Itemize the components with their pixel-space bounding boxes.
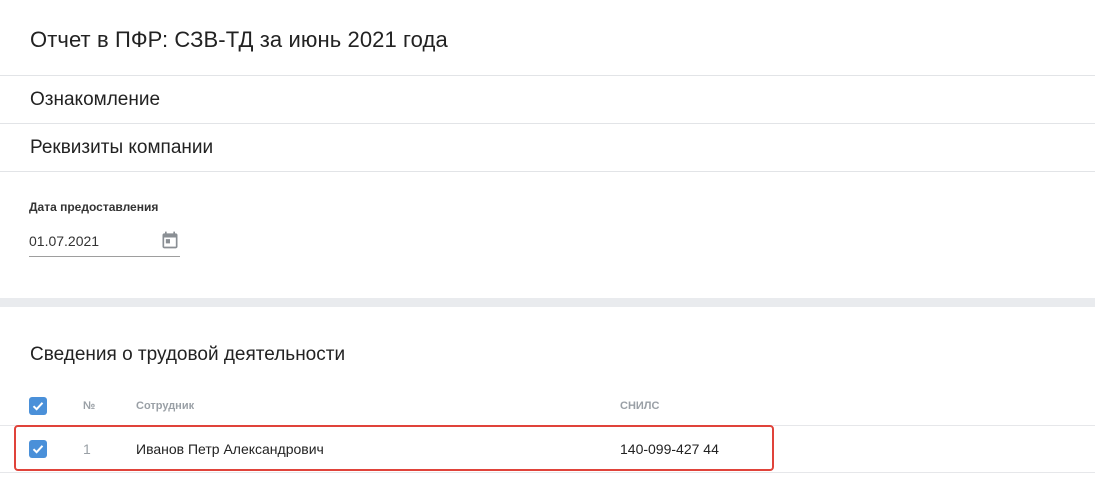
row-checkbox[interactable] xyxy=(29,440,47,458)
check-icon xyxy=(32,445,44,454)
calendar-icon[interactable] xyxy=(160,230,180,250)
row-snils: 140-099-427 44 xyxy=(620,441,719,457)
submission-date-field[interactable]: 01.07.2021 xyxy=(29,226,180,257)
row-number: 1 xyxy=(83,441,91,457)
table-header-divider xyxy=(0,425,1095,426)
section-company-details[interactable]: Реквизиты компании xyxy=(30,136,213,160)
section-intro[interactable]: Ознакомление xyxy=(30,88,160,112)
column-header-snils: СНИЛС xyxy=(620,400,660,412)
submission-date-label: Дата предоставления xyxy=(29,200,159,214)
check-icon xyxy=(32,402,44,411)
page-title: Отчет в ПФР: СЗВ-ТД за июнь 2021 года xyxy=(30,27,448,52)
table-row-divider xyxy=(0,472,1095,473)
column-header-number: № xyxy=(83,400,96,412)
section-separator-band xyxy=(0,298,1095,307)
divider xyxy=(0,123,1095,124)
column-header-employee: Сотрудник xyxy=(136,400,195,412)
divider xyxy=(0,75,1095,76)
employment-section-title: Сведения о трудовой деятельности xyxy=(30,344,346,365)
divider xyxy=(0,171,1095,172)
row-employee-name[interactable]: Иванов Петр Александрович xyxy=(136,440,324,458)
select-all-checkbox[interactable] xyxy=(29,397,47,415)
submission-date-value[interactable]: 01.07.2021 xyxy=(29,232,99,250)
